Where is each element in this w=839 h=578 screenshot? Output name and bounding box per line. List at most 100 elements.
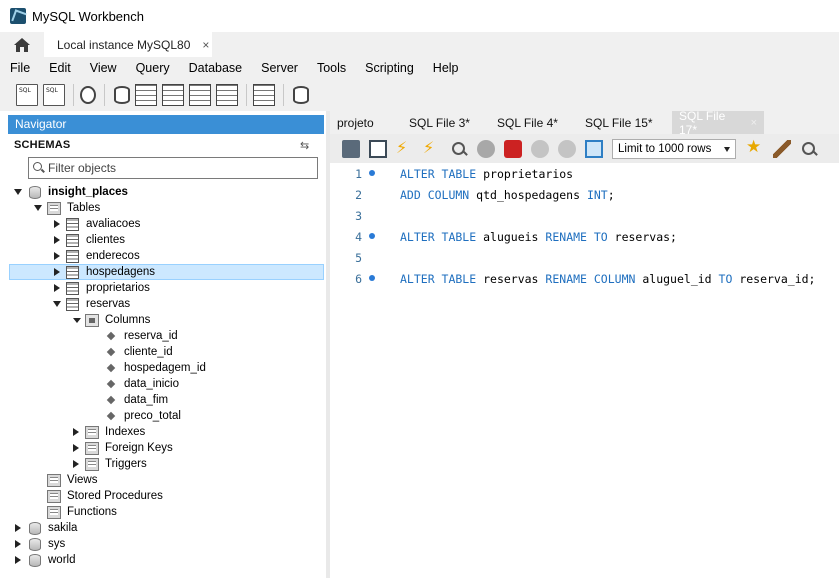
- menu-server[interactable]: Server: [251, 61, 307, 75]
- reconnect-icon[interactable]: [293, 86, 309, 104]
- expand-down-icon[interactable]: [53, 301, 61, 307]
- create-function-icon[interactable]: [216, 84, 238, 106]
- beautify-icon[interactable]: [773, 139, 791, 158]
- tree-schema-sakila[interactable]: sakila: [0, 520, 326, 536]
- editor-tab-bar: projeto SQL File 3* SQL File 4* SQL File…: [330, 109, 839, 137]
- tree-table-proprietarios[interactable]: proprietarios: [0, 280, 326, 296]
- line-number: 5: [355, 250, 362, 265]
- menu-edit[interactable]: Edit: [39, 61, 80, 75]
- tree-stored-procedures-folder[interactable]: Stored Procedures: [0, 488, 326, 504]
- create-view-icon[interactable]: [162, 84, 184, 106]
- tab-projeto[interactable]: projeto: [330, 111, 402, 134]
- menu-view[interactable]: View: [80, 61, 126, 75]
- expand-right-icon[interactable]: [73, 444, 79, 452]
- refresh-schemas-icon[interactable]: ⇆: [300, 139, 309, 152]
- expand-right-icon[interactable]: [54, 268, 60, 276]
- expand-right-icon[interactable]: [54, 220, 60, 228]
- code-line: 2 ADD COLUMN qtd_hospedagens INT;: [330, 184, 839, 205]
- line-number: 3: [355, 208, 362, 223]
- inspector-icon[interactable]: [80, 86, 96, 104]
- tab-sql-file-4[interactable]: SQL File 4*: [490, 111, 578, 134]
- tree-columns-folder[interactable]: Columns: [0, 312, 326, 328]
- expand-down-icon[interactable]: [14, 189, 22, 195]
- tree-column[interactable]: data_fim: [0, 392, 326, 408]
- expand-right-icon[interactable]: [15, 524, 21, 532]
- search-table-data-icon[interactable]: [253, 84, 275, 106]
- tab-label: projeto: [337, 115, 374, 130]
- find-icon[interactable]: [800, 140, 818, 158]
- new-sql-tab-icon[interactable]: [16, 84, 38, 106]
- filter-objects-field[interactable]: [28, 157, 318, 179]
- tree-views-folder[interactable]: Views: [0, 472, 326, 488]
- save-icon[interactable]: [369, 139, 387, 158]
- tree-column[interactable]: preco_total: [0, 408, 326, 424]
- tree-column[interactable]: cliente_id: [0, 344, 326, 360]
- tree-tables-folder[interactable]: Tables: [0, 200, 326, 216]
- tree-indexes-folder[interactable]: Indexes: [0, 424, 326, 440]
- expand-right-icon[interactable]: [54, 284, 60, 292]
- expand-right-icon[interactable]: [15, 540, 21, 548]
- tree-table-reservas[interactable]: reservas: [0, 296, 326, 312]
- toolbar-separator: [104, 84, 105, 106]
- execute-icon[interactable]: [396, 138, 414, 158]
- menu-help[interactable]: Help: [423, 61, 468, 75]
- open-file-icon[interactable]: [342, 139, 360, 158]
- statement-marker-icon: [369, 233, 375, 239]
- menu-database[interactable]: Database: [179, 61, 252, 75]
- menu-query[interactable]: Query: [126, 61, 179, 75]
- menu-tools[interactable]: Tools: [307, 61, 355, 75]
- stop-on-error-icon[interactable]: [504, 139, 522, 158]
- menu-file[interactable]: File: [0, 61, 39, 75]
- expand-right-icon[interactable]: [73, 428, 79, 436]
- expand-down-icon[interactable]: [73, 317, 81, 323]
- tab-sql-file-15[interactable]: SQL File 15*: [578, 111, 672, 134]
- sql-code-editor[interactable]: 1 ALTER TABLE proprietarios 2 ADD COLUMN…: [330, 163, 839, 578]
- tree-foreign-keys-folder[interactable]: Foreign Keys: [0, 440, 326, 456]
- indexes-folder-icon: [85, 425, 99, 439]
- stop-execution-icon[interactable]: [477, 139, 495, 158]
- tree-table-clientes[interactable]: clientes: [0, 232, 326, 248]
- schema-label: sys: [48, 538, 66, 550]
- table-label: enderecos: [86, 250, 140, 262]
- tree-column[interactable]: data_inicio: [0, 376, 326, 392]
- filter-objects-input[interactable]: [48, 161, 308, 175]
- tab-sql-file-17[interactable]: SQL File 17* ×: [672, 109, 764, 137]
- create-schema-icon[interactable]: [114, 86, 130, 104]
- tables-folder-icon: [47, 201, 61, 215]
- tree-table-hospedagens[interactable]: hospedagens: [0, 264, 326, 280]
- table-icon: [66, 281, 79, 295]
- close-tab-icon[interactable]: ×: [751, 117, 757, 129]
- tree-column[interactable]: hospedagem_id: [0, 360, 326, 376]
- expand-right-icon[interactable]: [54, 252, 60, 260]
- tree-schema-world[interactable]: world: [0, 552, 326, 568]
- tree-table-enderecos[interactable]: enderecos: [0, 248, 326, 264]
- close-icon[interactable]: ×: [202, 38, 209, 52]
- explain-icon[interactable]: [450, 140, 468, 158]
- tree-schema-insight-places[interactable]: insight_places: [0, 184, 326, 200]
- home-button[interactable]: [0, 32, 44, 57]
- tree-schema-sys[interactable]: sys: [0, 536, 326, 552]
- autocommit-toggle-icon[interactable]: [585, 139, 603, 158]
- execute-current-statement-icon[interactable]: [423, 138, 441, 158]
- tree-triggers-folder[interactable]: Triggers: [0, 456, 326, 472]
- stored-procedures-label: Stored Procedures: [67, 490, 163, 502]
- tree-table-avaliacoes[interactable]: avaliacoes: [0, 216, 326, 232]
- add-snippet-icon[interactable]: [746, 137, 764, 158]
- column-diamond-icon: [106, 363, 116, 373]
- menu-scripting[interactable]: Scripting: [355, 61, 423, 75]
- schema-database-icon: [29, 553, 41, 567]
- tree-column[interactable]: reserva_id: [0, 328, 326, 344]
- expand-right-icon[interactable]: [15, 556, 21, 564]
- create-procedure-icon[interactable]: [189, 84, 211, 106]
- expand-right-icon[interactable]: [73, 460, 79, 468]
- limit-rows-select[interactable]: Limit to 1000 rows: [612, 138, 736, 159]
- commit-icon[interactable]: [531, 139, 549, 158]
- rollback-icon[interactable]: [558, 139, 576, 158]
- connection-tab[interactable]: Local instance MySQL80 ×: [44, 32, 212, 57]
- tab-sql-file-3[interactable]: SQL File 3*: [402, 111, 490, 134]
- expand-down-icon[interactable]: [34, 205, 42, 211]
- tree-functions-folder[interactable]: Functions: [0, 504, 326, 520]
- expand-right-icon[interactable]: [54, 236, 60, 244]
- create-table-icon[interactable]: [135, 84, 157, 106]
- open-sql-script-icon[interactable]: [43, 84, 65, 106]
